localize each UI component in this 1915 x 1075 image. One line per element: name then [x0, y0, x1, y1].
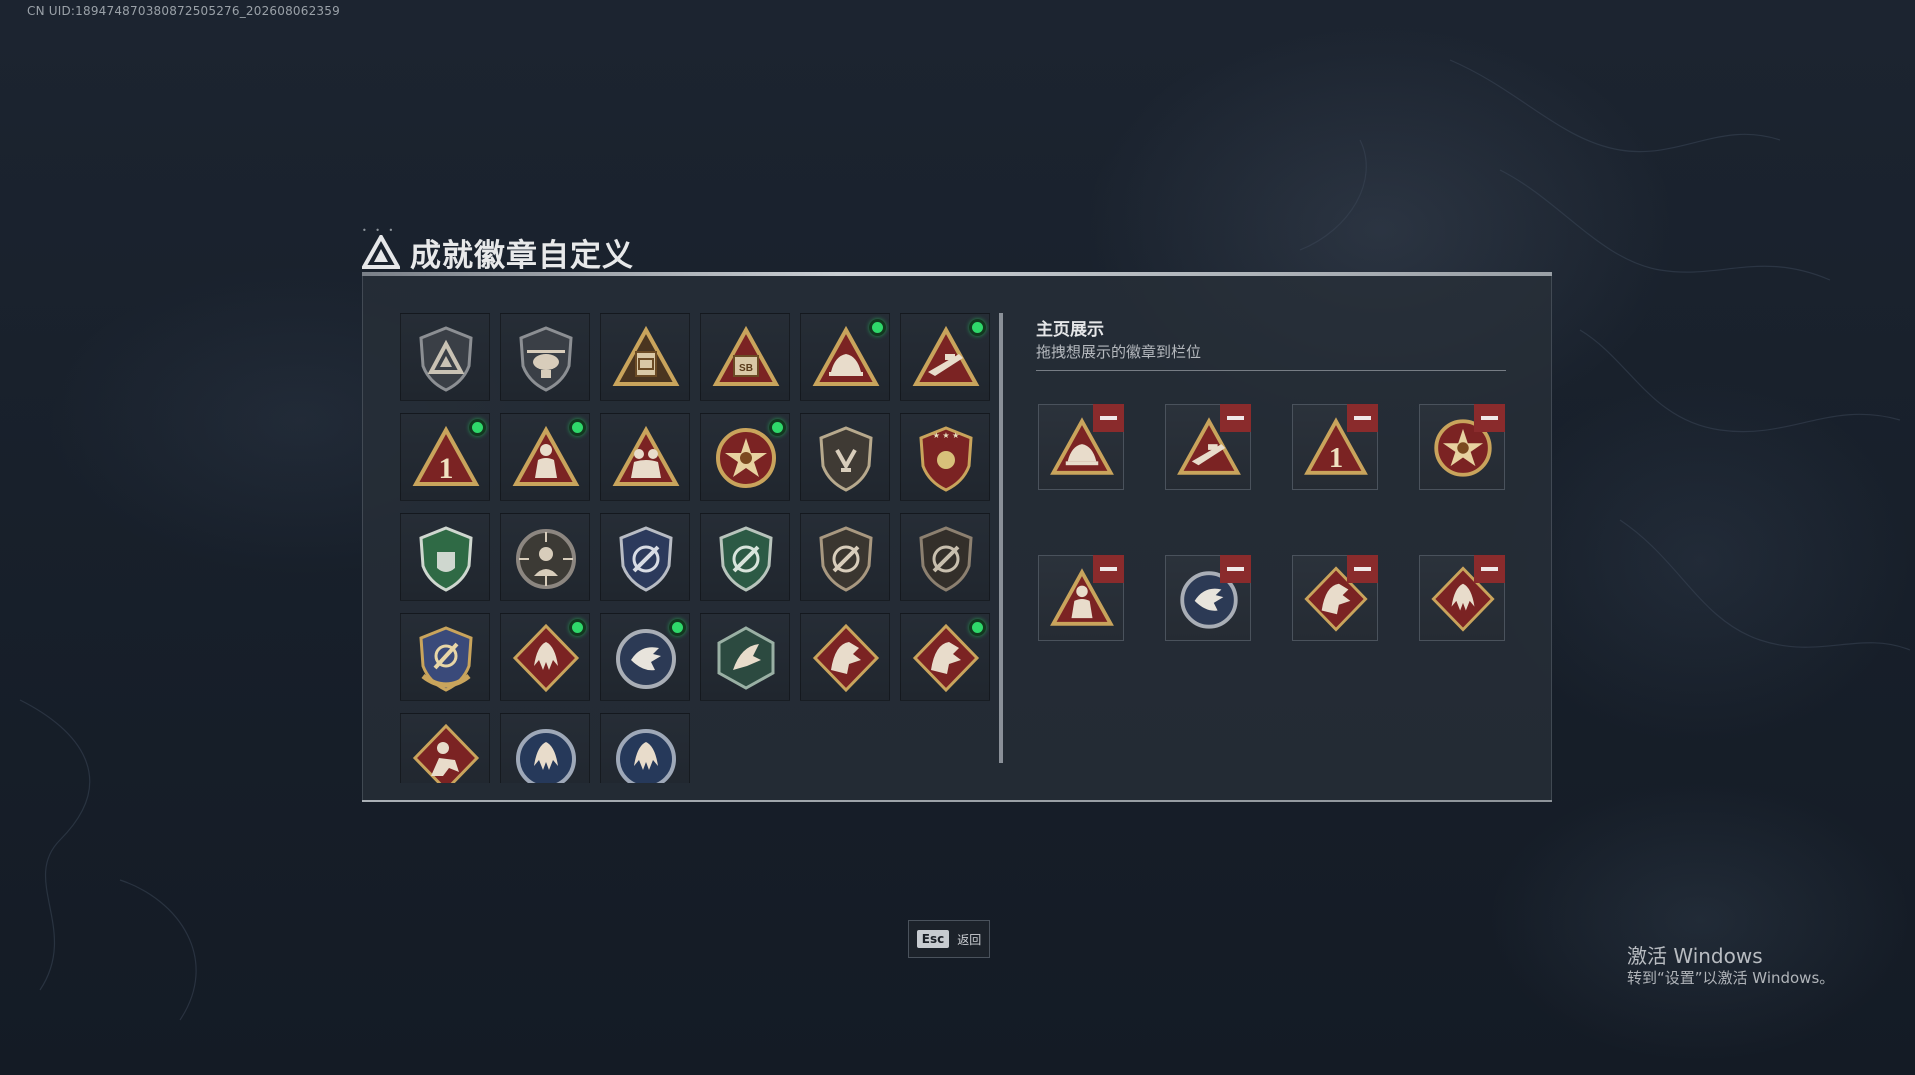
svg-text:SB: SB — [739, 363, 753, 374]
panel-top-border — [362, 272, 1552, 276]
badge-tile[interactable] — [400, 613, 490, 701]
crosshair-shield-dark-badge-icon — [919, 526, 973, 592]
crosshair-shield-badge-icon — [819, 526, 873, 592]
remove-badge-button[interactable] — [1220, 404, 1251, 432]
badge-grid-scrollbar[interactable] — [999, 313, 1003, 763]
wolf-round-badge-icon — [516, 729, 576, 783]
crosshair-gold-shield-badge-icon — [419, 626, 473, 692]
remove-badge-button[interactable] — [1474, 404, 1505, 432]
shield-triangle-logo-badge-icon — [419, 326, 473, 392]
esc-key: Esc — [916, 930, 950, 948]
badge-tile[interactable] — [500, 713, 590, 783]
minus-icon — [1100, 416, 1117, 420]
badge-tile[interactable] — [800, 413, 890, 501]
showcase-slot[interactable] — [1419, 404, 1505, 490]
new-indicator-dot — [469, 419, 486, 436]
minus-icon — [1100, 567, 1117, 571]
showcase-slot[interactable] — [1165, 404, 1251, 490]
new-indicator-dot — [869, 319, 886, 336]
green-shield-badge-icon — [419, 526, 473, 592]
badge-tile[interactable] — [800, 313, 890, 401]
crate-triangle-badge-icon — [612, 325, 680, 386]
eagle-stars-shield-badge-icon: ★ ★ ★ — [919, 426, 973, 492]
page-header: 成就徽章自定义 — [362, 228, 634, 276]
soldiers-triangle-badge-icon — [612, 425, 680, 486]
uid-label: CN UID:18947487038087250527​6_2026080623… — [27, 4, 340, 18]
badge-tile[interactable] — [500, 313, 590, 401]
dragon-diamond-badge-icon — [812, 623, 880, 693]
wolf-round-alt-badge-icon — [616, 729, 676, 783]
remove-badge-button[interactable] — [1347, 404, 1378, 432]
minus-icon — [1227, 416, 1244, 420]
showcase-title: 主页展示 — [1036, 320, 1104, 340]
badge-tile[interactable] — [600, 313, 690, 401]
new-indicator-dot — [569, 619, 586, 636]
remove-badge-button[interactable] — [1093, 555, 1124, 583]
badge-tile[interactable] — [700, 613, 790, 701]
badge-tile[interactable] — [500, 513, 590, 601]
badge-tile[interactable] — [600, 613, 690, 701]
svg-text:1: 1 — [1329, 442, 1343, 474]
new-indicator-dot — [969, 619, 986, 636]
badge-tile[interactable] — [400, 513, 490, 601]
windows-activation-title: 激活 Windows — [1627, 944, 1763, 968]
new-indicator-dot — [769, 419, 786, 436]
badge-tile[interactable]: ★ ★ ★ — [900, 413, 990, 501]
badge-tile[interactable] — [600, 713, 690, 783]
remove-badge-button[interactable] — [1220, 555, 1251, 583]
badge-tile[interactable] — [600, 513, 690, 601]
badge-tile[interactable]: SB — [700, 313, 790, 401]
badge-tile[interactable] — [800, 613, 890, 701]
minus-icon — [1481, 416, 1498, 420]
operator-diamond-badge-icon — [412, 723, 480, 783]
helicopter-badge-icon — [519, 326, 573, 392]
minus-icon — [1354, 416, 1371, 420]
showcase-slot[interactable] — [1165, 555, 1251, 641]
showcase-slot[interactable] — [1292, 555, 1378, 641]
wyvern-hexagon-badge-icon — [717, 626, 775, 690]
badge-tile[interactable] — [800, 513, 890, 601]
sb-crate-triangle-badge-icon: SB — [712, 325, 780, 386]
svg-text:★ ★ ★: ★ ★ ★ — [933, 431, 960, 440]
badge-grid[interactable]: SB 1 ★ ★ ★ — [400, 313, 1000, 783]
shield-emblem-badge-icon — [819, 426, 873, 492]
showcase-slot[interactable] — [1038, 555, 1124, 641]
minus-icon — [1227, 567, 1244, 571]
badge-tile[interactable] — [900, 513, 990, 601]
delta-logo-icon — [362, 235, 400, 269]
badge-tile[interactable] — [900, 613, 990, 701]
remove-badge-button[interactable] — [1347, 555, 1378, 583]
back-label: 返回 — [957, 932, 982, 947]
back-button[interactable]: Esc 返回 — [908, 920, 990, 958]
new-indicator-dot — [569, 419, 586, 436]
badge-tile[interactable] — [700, 513, 790, 601]
panel-bottom-border — [362, 800, 1552, 802]
crosshair-blue-shield-badge-icon — [619, 526, 673, 592]
badge-tile[interactable] — [600, 413, 690, 501]
showcase-slot[interactable] — [1419, 555, 1505, 641]
remove-badge-button[interactable] — [1474, 555, 1505, 583]
badge-tile[interactable]: 1 — [400, 413, 490, 501]
badge-tile[interactable] — [500, 613, 590, 701]
showcase-slot[interactable]: 1 — [1292, 404, 1378, 490]
svg-text:1: 1 — [439, 452, 454, 485]
crosshair-soldier-badge-icon — [516, 529, 576, 589]
badge-tile[interactable] — [700, 413, 790, 501]
remove-badge-button[interactable] — [1093, 404, 1124, 432]
new-indicator-dot — [969, 319, 986, 336]
showcase-subtitle: 拖拽想展示的徽章到栏位 — [1036, 343, 1202, 361]
minus-icon — [1354, 567, 1371, 571]
showcase-slot[interactable] — [1038, 404, 1124, 490]
badge-tile[interactable] — [500, 413, 590, 501]
badge-tile[interactable] — [400, 313, 490, 401]
minus-icon — [1481, 567, 1498, 571]
new-indicator-dot — [669, 619, 686, 636]
badge-tile[interactable] — [400, 713, 490, 783]
page-title: 成就徽章自定义 — [410, 237, 634, 274]
windows-activation-subtitle: 转到“设置”以激活 Windows。 — [1627, 969, 1835, 987]
badge-tile[interactable] — [900, 313, 990, 401]
showcase-divider — [1036, 370, 1506, 371]
crosshair-green-shield-badge-icon — [719, 526, 773, 592]
